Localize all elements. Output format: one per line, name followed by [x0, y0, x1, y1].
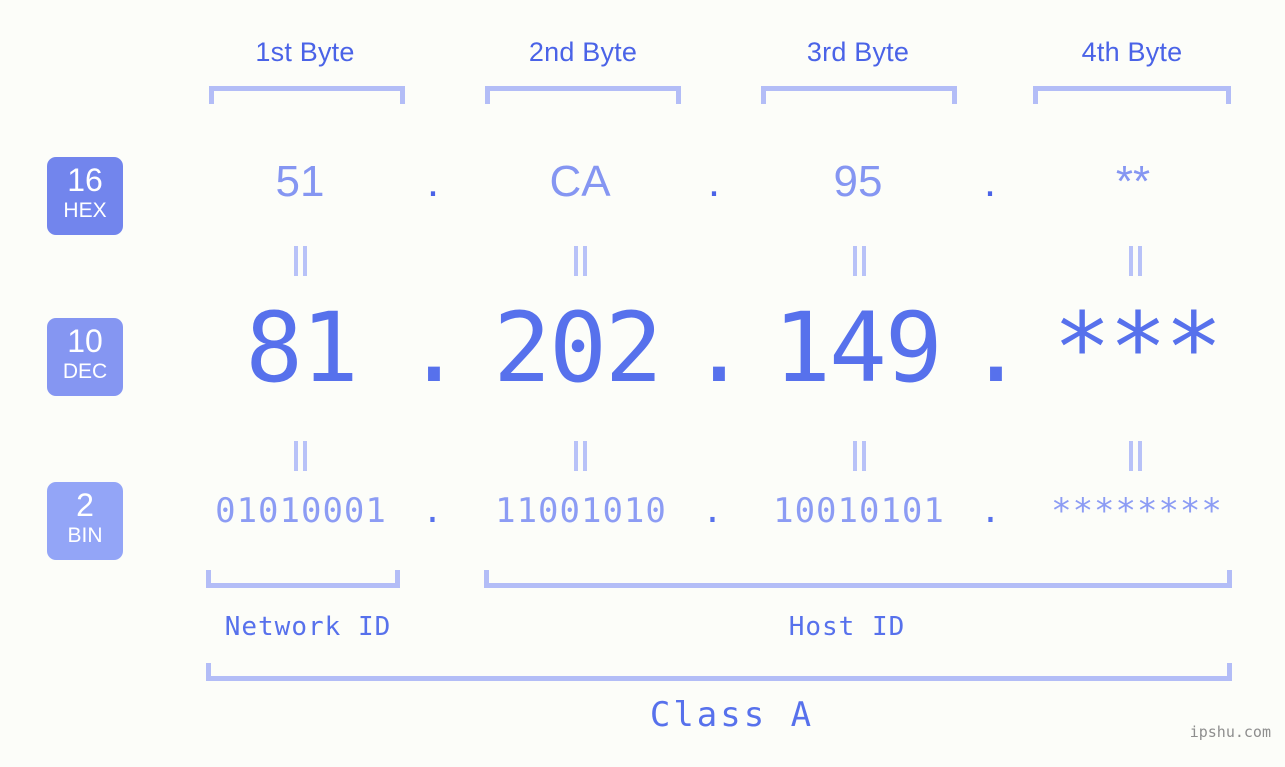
bin-separator-2: . — [702, 491, 724, 531]
bin-byte-2: 11001010 — [495, 491, 667, 531]
equals-icon-1-dec-bin — [294, 441, 308, 471]
base-badge-hex-label: HEX — [63, 199, 107, 222]
class-label: Class A — [649, 695, 815, 735]
base-badge-dec-number: 10 — [67, 323, 103, 359]
base-badge-bin-number: 2 — [76, 487, 94, 523]
equals-icon-1-hex-dec — [294, 246, 308, 276]
site-watermark: ipshu.com — [1189, 723, 1271, 741]
class-bracket — [206, 663, 1232, 681]
ip-byte-diagram: 1st Byte 2nd Byte 3rd Byte 4th Byte 16 H… — [0, 0, 1285, 767]
equals-icon-3-dec-bin — [853, 441, 867, 471]
hex-byte-2: CA — [549, 157, 611, 206]
hex-byte-3: 95 — [833, 157, 883, 206]
byte-header-1: 1st Byte — [255, 37, 355, 67]
dec-byte-1: 81 — [245, 292, 359, 404]
network-id-label: Network ID — [224, 612, 392, 642]
base-badge-dec-label: DEC — [62, 360, 108, 383]
byte-bracket-1 — [209, 86, 405, 104]
equals-icon-3-hex-dec — [853, 246, 867, 276]
hex-separator-3: . — [983, 157, 997, 206]
bin-separator-1: . — [422, 491, 444, 531]
hex-byte-1: 51 — [275, 157, 325, 206]
base-badge-hex-number: 16 — [67, 162, 103, 198]
equals-icon-2-hex-dec — [574, 246, 588, 276]
bin-separator-3: . — [980, 491, 1002, 531]
bin-byte-3: 10010101 — [773, 491, 945, 531]
base-badge-bin-label: BIN — [67, 524, 103, 547]
base-badge-bin: 2 BIN — [47, 482, 123, 560]
byte-header-4: 4th Byte — [1081, 37, 1183, 67]
dec-separator-1: . — [405, 292, 463, 404]
host-id-bracket — [484, 570, 1232, 588]
host-id-label: Host ID — [788, 612, 906, 642]
hex-separator-1: . — [426, 157, 440, 206]
base-badge-hex: 16 HEX — [47, 157, 123, 235]
base-badge-dec: 10 DEC — [47, 318, 123, 396]
dec-byte-4: *** — [1053, 292, 1222, 404]
hex-separator-2: . — [707, 157, 721, 206]
bin-byte-1: 01010001 — [215, 491, 387, 531]
equals-icon-4-hex-dec — [1129, 246, 1143, 276]
hex-byte-4: ** — [1115, 157, 1151, 206]
byte-header-2: 2nd Byte — [528, 37, 638, 67]
byte-bracket-4 — [1033, 86, 1231, 104]
equals-icon-4-dec-bin — [1129, 441, 1143, 471]
bin-byte-4: ******** — [1051, 491, 1223, 531]
byte-header-3: 3rd Byte — [806, 37, 910, 67]
network-id-bracket — [206, 570, 400, 588]
dec-separator-2: . — [690, 292, 748, 404]
dec-byte-2: 202 — [493, 292, 662, 404]
equals-icon-2-dec-bin — [574, 441, 588, 471]
byte-bracket-3 — [761, 86, 957, 104]
dec-separator-3: . — [967, 292, 1025, 404]
byte-bracket-2 — [485, 86, 681, 104]
dec-byte-3: 149 — [773, 292, 942, 404]
